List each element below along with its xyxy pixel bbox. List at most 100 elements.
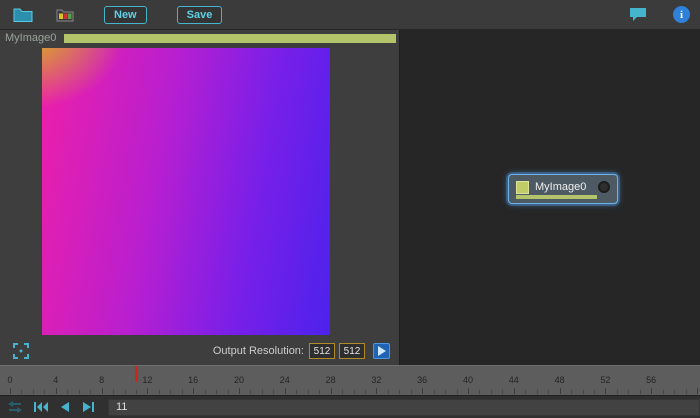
timeline-tick [434, 390, 435, 394]
output-resolution-label: Output Resolution: [213, 345, 304, 357]
timeline-tick [617, 390, 618, 394]
fit-view-button[interactable] [8, 340, 34, 362]
timeline-tick [399, 390, 400, 394]
timeline-tick-label: 0 [7, 375, 12, 385]
node-graph-panel[interactable]: MyImage0 [400, 30, 700, 365]
preview-panel: MyImage0 Output Resolution: [0, 30, 400, 365]
timeline-tick [56, 388, 57, 394]
timeline-tick [663, 390, 664, 394]
timeline-tick [296, 390, 297, 394]
timeline-tick [560, 388, 561, 394]
timeline-tick [491, 390, 492, 394]
fit-view-icon [13, 343, 29, 359]
timeline-tick [502, 390, 503, 394]
chat-button[interactable] [625, 4, 651, 26]
new-button[interactable]: New [104, 6, 147, 24]
timeline-tick [193, 388, 194, 394]
resolution-width-input[interactable] [309, 343, 335, 359]
loop-button[interactable] [8, 401, 22, 413]
timeline-tick [250, 390, 251, 394]
import-image-button[interactable] [52, 4, 78, 26]
timeline-tick [136, 390, 137, 394]
timeline-tick [90, 390, 91, 394]
timeline-tick [159, 390, 160, 394]
timeline-tick [640, 390, 641, 394]
timeline-tick-label: 4 [53, 375, 58, 385]
timeline-tick [113, 390, 114, 394]
timeline-tick [125, 390, 126, 394]
timeline-tick [457, 390, 458, 394]
timeline-tick-label: 8 [99, 375, 104, 385]
timeline-tick-label: 16 [188, 375, 198, 385]
save-button[interactable]: Save [177, 6, 223, 24]
play-forward-button[interactable] [82, 402, 94, 412]
play-forward-icon [82, 402, 94, 412]
timeline-tick [411, 390, 412, 394]
timeline-tick [537, 390, 538, 394]
timeline-tick-label: 52 [600, 375, 610, 385]
node-thumbnail [516, 181, 529, 194]
chat-bubble-icon [629, 7, 647, 22]
timeline-tick [445, 390, 446, 394]
palette-icon [56, 7, 74, 22]
timeline-tick [79, 390, 80, 394]
timeline-tick [216, 390, 217, 394]
timeline-tick-label: 36 [417, 375, 427, 385]
node-label: MyImage0 [535, 181, 586, 193]
timeline-tick [628, 390, 629, 394]
info-icon: i [680, 9, 683, 21]
timeline-tick [262, 390, 263, 394]
transport-bar: 11 [0, 395, 700, 418]
current-frame-field[interactable]: 11 [108, 399, 700, 416]
timeline-tick-label: 24 [280, 375, 290, 385]
folder-icon [13, 7, 33, 22]
timeline-tick [308, 390, 309, 394]
timeline-tick [147, 388, 148, 394]
go-to-start-button[interactable] [34, 402, 48, 412]
preview-title: MyImage0 [5, 32, 56, 44]
play-backward-button[interactable] [60, 402, 70, 412]
timeline-tick [319, 390, 320, 394]
timeline-tick [479, 390, 480, 394]
timeline-tick-label: 12 [142, 375, 152, 385]
main-area: MyImage0 Output Resolution: [0, 30, 700, 365]
node-highlight-bar [516, 195, 597, 199]
timeline-tick [548, 390, 549, 394]
timeline-tick-label: 28 [326, 375, 336, 385]
timeline-tick [285, 388, 286, 394]
toolbar: New Save i [0, 0, 700, 30]
timeline-tick [686, 390, 687, 394]
timeline-tick [422, 388, 423, 394]
timeline-tick [468, 388, 469, 394]
node-output-port[interactable] [598, 181, 610, 193]
timeline-tick [388, 390, 389, 394]
timeline-ruler[interactable]: 048121620242832364044485256 [0, 365, 700, 395]
timeline-tick [170, 390, 171, 394]
timeline-tick [674, 390, 675, 394]
timeline-tick [651, 388, 652, 394]
app-window: New Save i MyImage0 [0, 0, 700, 418]
image-preview[interactable] [42, 48, 330, 335]
timeline-tick-label: 40 [463, 375, 473, 385]
open-folder-button[interactable] [10, 4, 36, 26]
timeline-tick [33, 390, 34, 394]
timeline-tick [273, 390, 274, 394]
node-myimage0[interactable]: MyImage0 [508, 174, 618, 204]
timeline-playhead[interactable] [135, 366, 138, 382]
timeline-tick [525, 390, 526, 394]
timeline-tick [67, 390, 68, 394]
timeline-tick [331, 388, 332, 394]
timeline-tick [228, 390, 229, 394]
timeline-tick-label: 32 [371, 375, 381, 385]
timeline-tick-label: 44 [509, 375, 519, 385]
timeline-tick [354, 390, 355, 394]
timeline-tick [697, 388, 698, 394]
timeline-tick [239, 388, 240, 394]
timeline-tick [21, 390, 22, 394]
timeline-tick [376, 388, 377, 394]
apply-resolution-button[interactable] [373, 343, 390, 359]
timeline-tick [205, 390, 206, 394]
resolution-height-input[interactable] [339, 343, 365, 359]
info-button[interactable]: i [673, 6, 690, 23]
timeline-tick [10, 388, 11, 394]
